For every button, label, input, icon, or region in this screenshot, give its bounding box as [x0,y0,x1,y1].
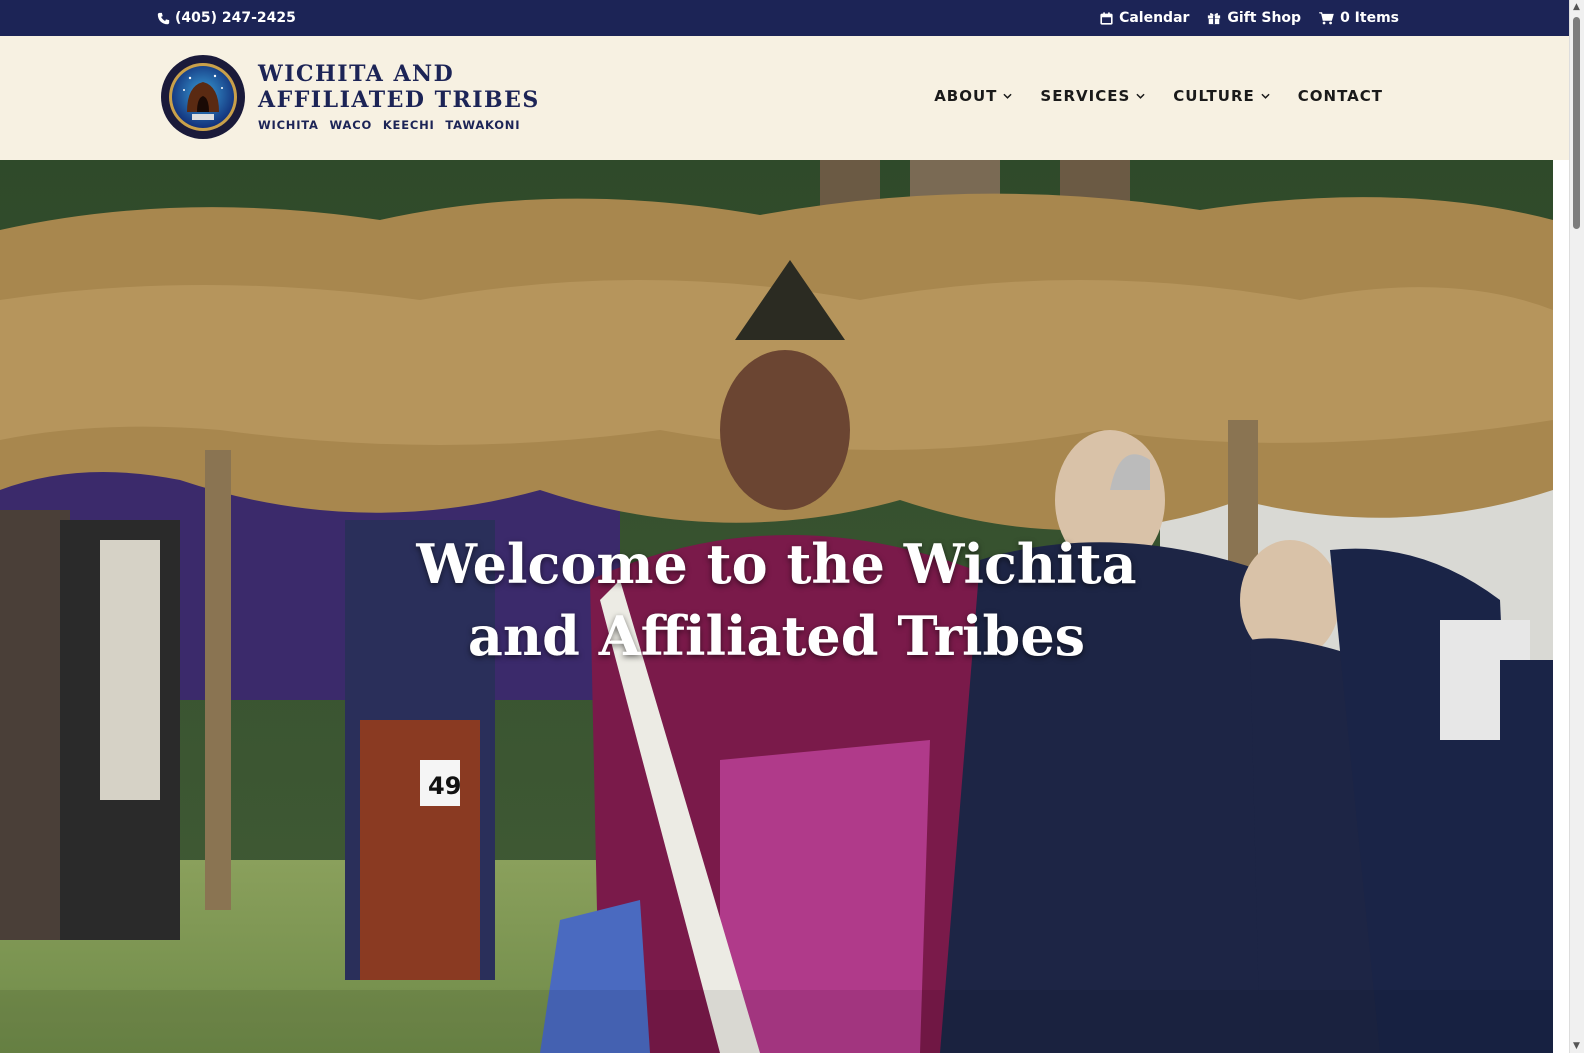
chevron-down-icon [1136,93,1145,99]
hero-title-line-1: Welcome to the Wichita [416,532,1137,596]
chevron-down-icon [1261,93,1270,99]
page-scrollbar[interactable]: ▲ ▼ [1569,0,1584,1053]
site-header: WICHITA AND AFFILIATED TRIBES WICHITA WA… [0,36,1569,160]
cart-label: 0 Items [1340,10,1399,26]
nav-label-services: SERVICES [1040,87,1131,105]
brand-name[interactable]: WICHITA AND AFFILIATED TRIBES WICHITA WA… [258,61,540,132]
gift-icon [1208,13,1221,25]
phone-number: (405) 247-2425 [175,10,296,26]
nav-item-culture[interactable]: CULTURE [1173,87,1270,105]
main-nav: ABOUT SERVICES CULTURE CONTACT [934,87,1383,105]
tribal-seal-logo[interactable] [160,54,246,140]
brand-line-2: AFFILIATED TRIBES [258,87,540,113]
nav-label-about: ABOUT [934,87,998,105]
top-bar: (405) 247-2425 Calendar Gift Shop 0 Item… [0,0,1569,36]
nav-label-culture: CULTURE [1173,87,1255,105]
calendar-link[interactable]: Calendar [1100,10,1189,26]
calendar-icon [1100,11,1113,25]
brand-line-1: WICHITA AND [258,61,455,87]
nav-item-services[interactable]: SERVICES [1040,87,1145,105]
gift-shop-link[interactable]: Gift Shop [1207,10,1301,26]
nav-item-contact[interactable]: CONTACT [1298,87,1383,105]
phone-icon [157,12,170,24]
hero-section: 49 Welcome to the Wichita and Affiliated… [0,160,1553,1053]
nav-label-contact: CONTACT [1297,87,1383,105]
chevron-down-icon [1003,93,1013,99]
calendar-label: Calendar [1119,10,1190,26]
scroll-up-arrow-icon[interactable]: ▲ [1573,2,1580,12]
scroll-down-arrow-icon[interactable]: ▼ [1573,1041,1580,1051]
gift-shop-label: Gift Shop [1227,10,1302,26]
nav-item-about[interactable]: ABOUT [934,87,1013,105]
phone-link[interactable]: (405) 247-2425 [157,10,296,26]
cart-icon [1319,11,1334,24]
hero-title-line-2: and Affiliated Tribes [467,604,1086,668]
bib-number: 49 [428,772,461,800]
hero-title: Welcome to the Wichita and Affiliated Tr… [0,528,1553,672]
brand-tagline: WICHITA WACO KEECHI TAWAKONI [258,118,521,132]
cart-link[interactable]: 0 Items [1319,10,1399,26]
scrollbar-thumb[interactable] [1573,17,1580,229]
